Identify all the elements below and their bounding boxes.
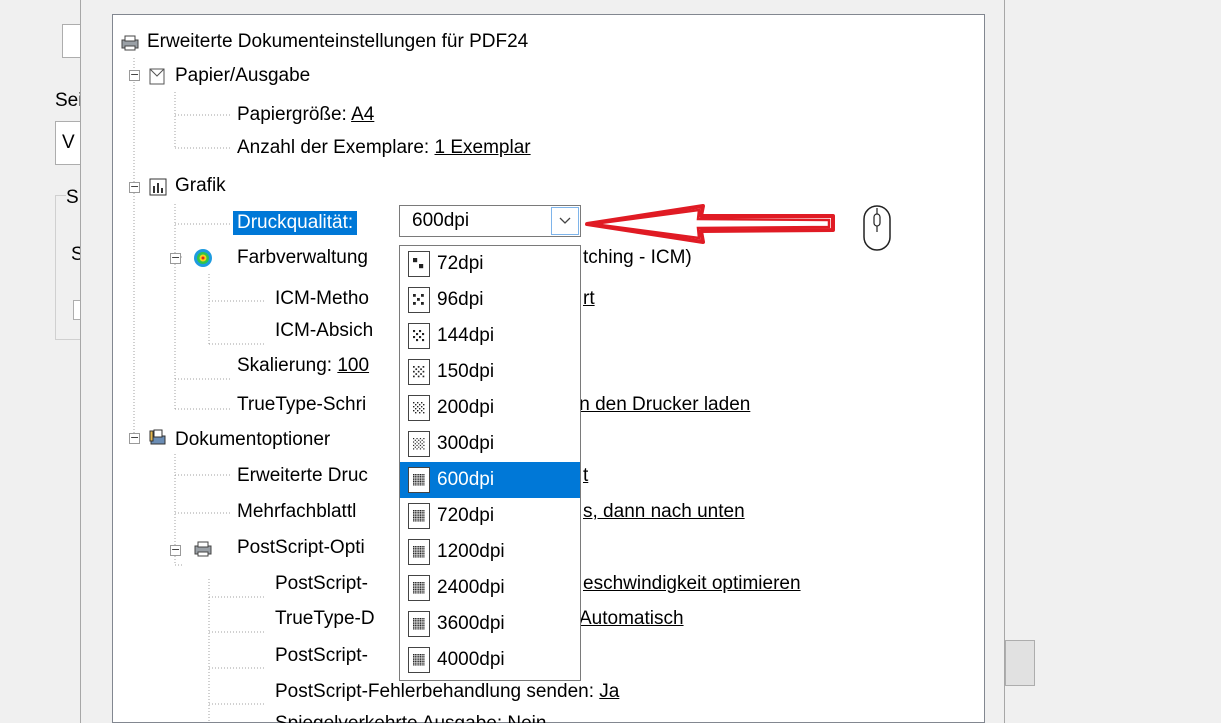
tree-item-icm-method[interactable]: ICM-Metho bbox=[275, 287, 369, 311]
tree-item-mirror-output[interactable]: Spiegelverkehrte Ausgabe: Nein bbox=[275, 712, 546, 723]
tree-item-paper[interactable]: Papier/Ausgabe bbox=[175, 64, 310, 88]
parent-right-button[interactable] bbox=[1005, 640, 1035, 686]
chevron-down-icon bbox=[559, 217, 571, 224]
collapse-toggle-postscript[interactable]: − bbox=[170, 544, 181, 556]
collapse-toggle-docopts[interactable]: − bbox=[129, 432, 140, 444]
document-options-icon bbox=[149, 429, 166, 445]
printer-icon bbox=[194, 541, 212, 557]
dpi-option-label: 150dpi bbox=[437, 361, 495, 382]
tree-item-postscript-error[interactable]: PostScript-Fehlerbehandlung senden: Ja bbox=[275, 680, 619, 704]
envelope-icon bbox=[149, 68, 165, 85]
dropdown-toggle-button[interactable] bbox=[551, 207, 579, 235]
print-quality-label[interactable]: Druckqualität: bbox=[233, 211, 358, 235]
dpi-option-label: 1200dpi bbox=[437, 541, 505, 562]
truetype-download-value[interactable]: Automatisch bbox=[579, 607, 684, 631]
tree-item-truetype-download[interactable]: TrueType-D bbox=[275, 607, 375, 631]
dpi-option[interactable]: 4000dpi bbox=[400, 642, 580, 678]
tree-item-copies[interactable]: Anzahl der Exemplare: 1 Exemplar bbox=[237, 136, 531, 160]
tree-item-icm-intent[interactable]: ICM-Absich bbox=[275, 319, 373, 343]
tree-item-graphics[interactable]: Grafik bbox=[175, 174, 226, 198]
tree-item-color-management[interactable]: Farbverwaltung bbox=[237, 246, 368, 270]
dpi-option-label: 144dpi bbox=[437, 325, 495, 346]
resolution-icon bbox=[408, 323, 430, 349]
scaling-value[interactable]: 100 bbox=[337, 355, 369, 376]
dpi-option[interactable]: 96dpi bbox=[400, 282, 580, 318]
dpi-option[interactable]: 3600dpi bbox=[400, 606, 580, 642]
tree-root-label: Erweiterte Dokumenteinstellungen für PDF… bbox=[147, 31, 529, 52]
tree-item-truetype-font[interactable]: TrueType-Schri bbox=[237, 393, 366, 417]
print-quality-list[interactable]: 72dpi 96dpi 144dpi 150dpi 200dpi 300dpi 600dpi… bbox=[399, 245, 581, 681]
dpi-option-label: 96dpi bbox=[437, 289, 484, 310]
resolution-icon bbox=[408, 359, 430, 385]
resolution-icon bbox=[408, 395, 430, 421]
parent-label-s1: S bbox=[66, 186, 81, 210]
dpi-option-label: 600dpi bbox=[437, 469, 495, 490]
multipage-value[interactable]: s, dann nach unten bbox=[583, 500, 745, 524]
parent-dialog-right bbox=[1005, 0, 1221, 723]
tree-item-postscript-options[interactable]: PostScript-Opti bbox=[237, 536, 365, 560]
extended-printing-value[interactable]: t bbox=[583, 464, 588, 488]
dpi-option[interactable]: 200dpi bbox=[400, 390, 580, 426]
dpi-option-label: 72dpi bbox=[437, 253, 484, 274]
dpi-option[interactable]: 1200dpi bbox=[400, 534, 580, 570]
print-quality-dropdown[interactable]: 600dpi bbox=[399, 205, 581, 237]
collapse-toggle-paper[interactable]: − bbox=[129, 69, 140, 81]
resolution-icon bbox=[408, 467, 430, 493]
paper-size-value[interactable]: A4 bbox=[351, 104, 374, 125]
tree-item-extended-printing[interactable]: Erweiterte Druc bbox=[237, 464, 368, 488]
parent-label-seite: Sei bbox=[55, 90, 83, 111]
dpi-option-label: 200dpi bbox=[437, 397, 495, 418]
dpi-option-label: 2400dpi bbox=[437, 577, 505, 598]
tree-item-scaling[interactable]: Skalierung: 100 bbox=[237, 354, 369, 378]
dpi-option[interactable]: 300dpi bbox=[400, 426, 580, 462]
print-quality-value: 600dpi bbox=[412, 210, 470, 231]
truetype-font-value[interactable]: in den Drucker laden bbox=[575, 393, 750, 417]
dpi-option-label: 720dpi bbox=[437, 505, 495, 526]
red-arrow-annotation bbox=[585, 204, 835, 244]
dpi-option[interactable]: 150dpi bbox=[400, 354, 580, 390]
graphics-icon bbox=[149, 178, 167, 196]
color-wheel-icon bbox=[194, 249, 212, 267]
tree-item-multipage[interactable]: Mehrfachblattl bbox=[237, 500, 356, 524]
tree-item-postscript-language[interactable]: PostScript- bbox=[275, 644, 368, 668]
tree-item-document-options[interactable]: Dokumentoptioner bbox=[175, 428, 330, 452]
resolution-icon bbox=[408, 539, 430, 565]
copies-value[interactable]: 1 Exemplar bbox=[435, 137, 531, 158]
tree-item-paper-size[interactable]: Papiergröße: A4 bbox=[237, 103, 374, 127]
collapse-toggle-color[interactable]: − bbox=[170, 252, 181, 264]
printer-icon bbox=[121, 35, 139, 51]
dpi-option[interactable]: 144dpi bbox=[400, 318, 580, 354]
dpi-option[interactable]: 72dpi bbox=[400, 246, 580, 282]
resolution-icon bbox=[408, 647, 430, 673]
resolution-icon bbox=[408, 251, 430, 277]
postscript-output-value[interactable]: eschwindigkeit optimieren bbox=[583, 572, 801, 596]
mouse-icon bbox=[863, 205, 891, 251]
dpi-option-label: 3600dpi bbox=[437, 613, 505, 634]
collapse-toggle-graphics[interactable]: − bbox=[129, 181, 140, 193]
resolution-icon bbox=[408, 611, 430, 637]
color-management-value: tching - ICM) bbox=[583, 247, 692, 268]
resolution-icon bbox=[408, 287, 430, 313]
dpi-option-label: 4000dpi bbox=[437, 649, 505, 670]
tree-item-postscript-output[interactable]: PostScript- bbox=[275, 572, 368, 596]
resolution-icon bbox=[408, 431, 430, 457]
postscript-error-value[interactable]: Ja bbox=[599, 681, 619, 702]
icm-method-value[interactable]: rt bbox=[583, 287, 595, 311]
resolution-icon bbox=[408, 575, 430, 601]
dpi-option-label: 300dpi bbox=[437, 433, 495, 454]
dpi-option[interactable]: 720dpi bbox=[400, 498, 580, 534]
dpi-option[interactable]: 2400dpi bbox=[400, 570, 580, 606]
resolution-icon bbox=[408, 503, 430, 529]
dpi-option[interactable]: 600dpi bbox=[400, 462, 580, 498]
